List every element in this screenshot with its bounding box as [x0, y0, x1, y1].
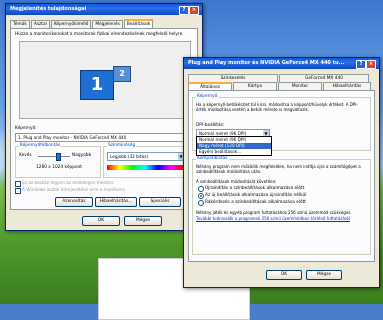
footer-link[interactable]: További tudnivalók a programok 256 színű… — [196, 216, 366, 221]
resolution-value: 1280 x 1024 képpont — [36, 165, 82, 170]
ok-button[interactable]: OK — [82, 216, 120, 226]
general-panel: Képernyő Ha a képernyő-betűkészlet túl k… — [188, 90, 375, 262]
radio-restart[interactable] — [198, 186, 204, 192]
resolution-max: Nagyobb — [72, 153, 92, 158]
dpi-label: DPI-beállítás: — [196, 123, 225, 128]
tab-desktop[interactable]: Asztal — [30, 20, 50, 28]
screen-value: 1. Plug and Play monitor - NVIDIA GeForc… — [18, 135, 127, 140]
monitor-properties-window: Plug and Play monitor és NVIDIA GeForce4… — [183, 57, 380, 288]
monitor-2-icon[interactable]: 2 — [113, 66, 131, 82]
tab-strip: Témák Asztal Képernyőkímélő Megjelenés B… — [10, 19, 154, 29]
tab-appearance[interactable]: Megjelenés — [92, 20, 123, 28]
resolution-title: Képernyőfelbontás — [19, 143, 62, 148]
compat-description: Néhány program nem működik megfelelően, … — [196, 164, 361, 174]
help-icon[interactable]: ? — [356, 60, 366, 69]
resolution-group: Képernyőfelbontás Kevés Nagyobb 1280 x 1… — [15, 143, 101, 178]
radio-ask-label: Rákérdezés a színbeállítások alkalmazása… — [205, 200, 306, 205]
radio-apply[interactable] — [198, 193, 204, 199]
cancel-button[interactable]: Mégse — [306, 270, 342, 280]
display-group-title: Képernyő — [196, 94, 219, 99]
arrange-hint: Húzza a monitorikonokat a monitorok fizi… — [15, 32, 184, 37]
extend-checkbox[interactable] — [15, 188, 21, 194]
screen-select[interactable]: 1. Plug and Play monitor - NVIDIA GeForc… — [15, 133, 191, 142]
radio-restart-label: Újraindítás a színbeállítások alkalmazás… — [205, 186, 305, 191]
advanced-button[interactable]: Speciális — [139, 197, 181, 207]
resolution-slider[interactable] — [38, 156, 70, 157]
tab-adapter[interactable]: Kártya — [233, 82, 277, 90]
display-description: Ha a képernyő-betűkészlet túl kicsi, mód… — [196, 102, 358, 112]
window-title: Plug and Play monitor és NVIDIA GeForce4… — [188, 60, 345, 66]
resolution-min: Kevés — [19, 153, 32, 158]
color-select[interactable]: Legjobb (32 bites) ▼ — [107, 152, 185, 161]
color-value: Legjobb (32 bites) — [110, 154, 149, 159]
display-properties-window: Megjelenítés tulajdonságai ? × Témák Asz… — [5, 3, 203, 231]
identify-button[interactable]: Azonosítás — [55, 197, 93, 207]
tab-strip-row2: Színkezelés GeForce4 MX 440 — [188, 74, 370, 82]
compat-group-title: Kompatibilitás — [196, 156, 229, 161]
tab-screensaver[interactable]: Képernyőkímélő — [50, 20, 92, 28]
ok-button[interactable]: OK — [266, 270, 302, 280]
resolution-slider-thumb[interactable] — [56, 153, 61, 161]
color-title: Színminőség — [107, 143, 137, 148]
compat-group: Kompatibilitás Néhány program nem működi… — [192, 156, 371, 255]
tab-themes[interactable]: Témák — [10, 20, 30, 28]
color-group: Színminőség Legjobb (32 bites) ▼ — [103, 143, 189, 178]
troubleshoot-button[interactable]: Hibaelhárítás... — [95, 197, 137, 207]
monitor-1-icon[interactable]: 1 — [80, 70, 114, 100]
color-preview-bar — [107, 165, 183, 170]
cancel-button[interactable]: Mégse — [124, 216, 162, 226]
tab-color-management[interactable]: Színkezelés — [188, 74, 278, 82]
radio-ask[interactable] — [198, 200, 204, 206]
tab-geforce[interactable]: GeForce4 MX 440 — [279, 74, 369, 82]
close-icon[interactable]: × — [366, 60, 376, 69]
dpi-dropdown-list: Normál méret (96 DPI) Nagy méret (120 DP… — [196, 136, 272, 156]
tab-troubleshoot[interactable]: Hibaelhárítás — [323, 82, 371, 90]
dpi-option-custom[interactable]: Egyéni beállítások... — [197, 149, 271, 155]
primary-checkbox-label: Ez az eszköz legyen az elsődleges monito… — [22, 181, 115, 186]
close-icon[interactable]: × — [189, 6, 199, 15]
footer-text: Néhány játék és egyéb program futtatásáh… — [196, 210, 352, 215]
after-change-label: A színbeállítások módosítását követően: — [196, 179, 277, 184]
primary-checkbox[interactable] — [15, 181, 21, 187]
title-bar[interactable]: Plug and Play monitor és NVIDIA GeForce4… — [184, 58, 379, 69]
radio-apply-label: Az új beállítások alkalmazása újraindítá… — [205, 193, 307, 198]
monitor-arrangement: 1 2 — [19, 41, 191, 119]
extend-checkbox-label: A Windows asztal kiterjesztése erre a mo… — [22, 188, 127, 193]
tab-monitor[interactable]: Monitor — [278, 82, 322, 90]
help-icon[interactable]: ? — [179, 6, 189, 15]
window-title: Megjelenítés tulajdonságai — [10, 6, 87, 12]
title-bar[interactable]: Megjelenítés tulajdonságai ? × — [6, 4, 202, 15]
settings-panel: Húzza a monitorikonokat a monitorok fizi… — [10, 28, 198, 210]
screen-label: Képernyő: — [15, 126, 37, 131]
